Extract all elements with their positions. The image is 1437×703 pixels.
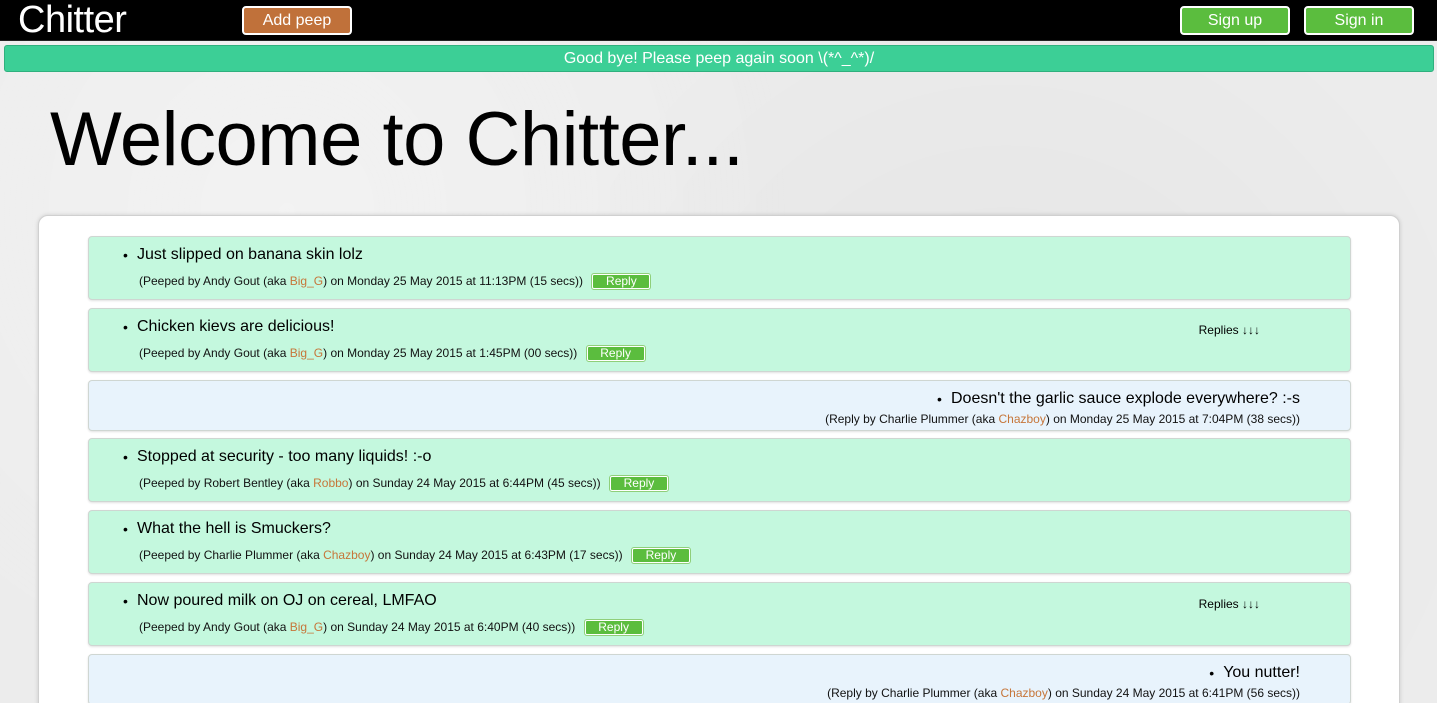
reply-button[interactable]: Reply [630,547,691,565]
peep-timestamp: ) on Sunday 24 May 2015 at 6:40PM (40 se… [323,620,576,634]
peep-meta: (Peeped by Robert Bentley (aka Robbo) on… [139,475,669,493]
peep-handle: Big_G [289,274,324,288]
reply-button[interactable]: Reply [583,619,644,637]
reply-button[interactable]: Reply [591,273,652,291]
reply-handle: Chazboy [998,412,1046,426]
peep-handle: Chazboy [323,548,371,562]
peep-meta: (Peeped by Andy Gout (aka Big_G) on Sund… [139,619,644,637]
peep-timestamp: ) on Monday 25 May 2015 at 1:45PM (00 se… [323,346,578,360]
peep-author: (Peeped by Charlie Plummer (aka [139,548,324,562]
peep-card: Stopped at security - too many liquids! … [88,438,1351,502]
reply-card: Doesn't the garlic sauce explode everywh… [88,380,1351,431]
replies-toggle[interactable]: Replies ↓↓↓ [1199,322,1260,338]
peep-card: Chicken kievs are delicious! (Peeped by … [88,308,1351,372]
peep-meta: (Peeped by Charlie Plummer (aka Chazboy)… [139,547,691,565]
reply-author: (Reply by Charlie Plummer (aka [827,686,1001,700]
reply-meta: (Reply by Charlie Plummer (aka Chazboy) … [825,411,1300,427]
peep-timestamp: ) on Sunday 24 May 2015 at 6:43PM (17 se… [370,548,623,562]
sign-in-button[interactable]: Sign in [1304,6,1414,35]
peep-timestamp: ) on Monday 25 May 2015 at 11:13PM (15 s… [323,274,584,288]
add-peep-button[interactable]: Add peep [242,6,352,35]
peep-text: Chicken kievs are delicious! [123,317,334,337]
peep-handle: Robbo [313,476,349,490]
replies-toggle[interactable]: Replies ↓↓↓ [1199,596,1260,612]
reply-timestamp: ) on Sunday 24 May 2015 at 6:41PM (56 se… [1047,686,1300,700]
reply-text: You nutter! [1209,663,1300,683]
peep-author: (Peeped by Andy Gout (aka [139,346,290,360]
peep-author: (Peeped by Robert Bentley (aka [139,476,314,490]
reply-text: Doesn't the garlic sauce explode everywh… [937,389,1300,409]
brand-logo[interactable]: Chitter [18,0,127,41]
peep-text: Stopped at security - too many liquids! … [123,447,431,467]
reply-button[interactable]: Reply [585,345,646,363]
top-nav-bar: Chitter Add peep Sign up Sign in [0,0,1437,41]
reply-meta: (Reply by Charlie Plummer (aka Chazboy) … [827,685,1300,701]
reply-handle: Chazboy [1000,686,1048,700]
page-title: Welcome to Chitter... [50,97,744,182]
peep-text: What the hell is Smuckers? [123,519,331,539]
peep-author: (Peeped by Andy Gout (aka [139,620,290,634]
peep-meta: (Peeped by Andy Gout (aka Big_G) on Mond… [139,273,652,291]
reply-button[interactable]: Reply [608,475,669,493]
sign-up-button[interactable]: Sign up [1180,6,1290,35]
peep-timestamp: ) on Sunday 24 May 2015 at 6:44PM (45 se… [348,476,601,490]
flash-message: Good bye! Please peep again soon \(*^_^*… [4,45,1434,72]
peep-handle: Big_G [289,346,324,360]
reply-timestamp: ) on Monday 25 May 2015 at 7:04PM (38 se… [1045,412,1300,426]
peep-card: Now poured milk on OJ on cereal, LMFAO (… [88,582,1351,646]
peep-card: Just slipped on banana skin lolz (Peeped… [88,236,1351,300]
peep-card: What the hell is Smuckers? (Peeped by Ch… [88,510,1351,574]
peep-meta: (Peeped by Andy Gout (aka Big_G) on Mond… [139,345,646,363]
peep-author: (Peeped by Andy Gout (aka [139,274,290,288]
peep-text: Now poured milk on OJ on cereal, LMFAO [123,591,437,611]
peep-text: Just slipped on banana skin lolz [123,245,363,265]
peep-handle: Big_G [289,620,324,634]
reply-card: You nutter! (Reply by Charlie Plummer (a… [88,654,1351,703]
reply-author: (Reply by Charlie Plummer (aka [825,412,999,426]
